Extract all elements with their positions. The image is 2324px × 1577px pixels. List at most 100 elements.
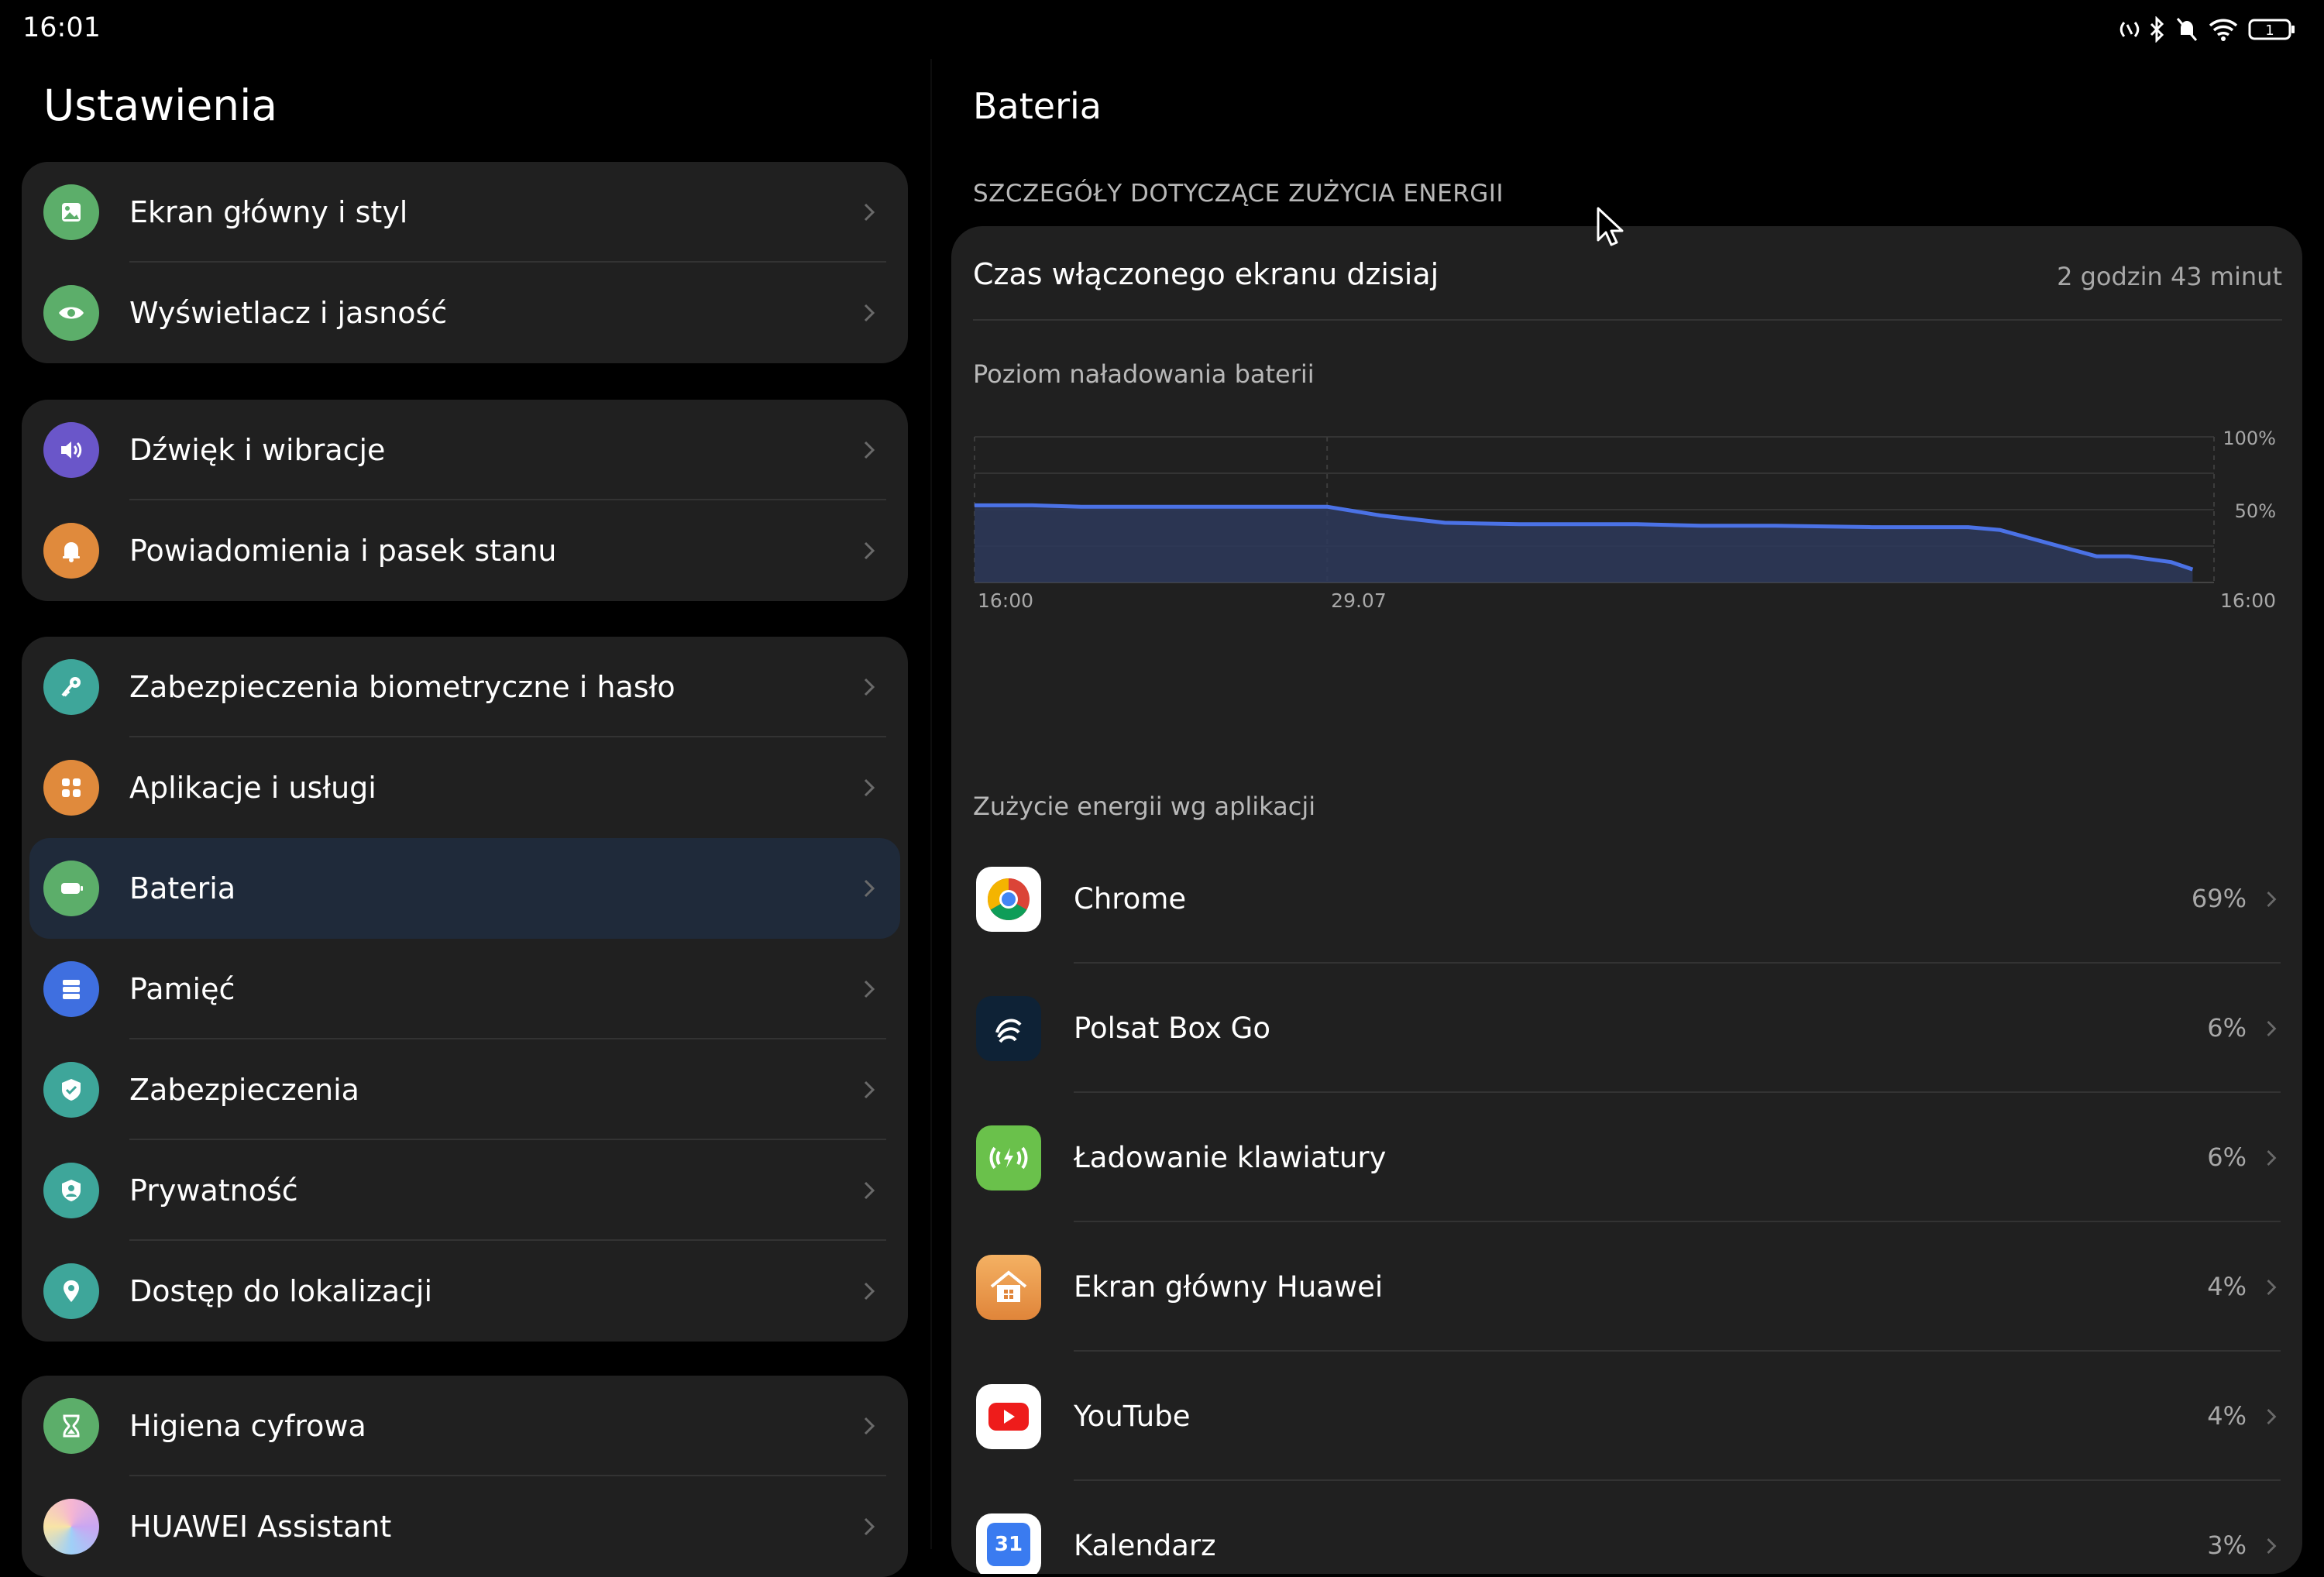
chevron-right-icon xyxy=(854,1175,885,1206)
battery-page-title: Bateria xyxy=(973,85,1102,127)
app-usage-row[interactable]: Ekran główny Huawei4% xyxy=(951,1222,2302,1352)
section-caption: SZCZEGÓŁY DOTYCZĄCE ZUŻYCIA ENERGII xyxy=(973,180,1504,208)
settings-item-privacy[interactable]: Prywatność xyxy=(22,1140,908,1241)
chart-x-tick-label: 16:00 xyxy=(2220,589,2276,612)
settings-item-label: HUAWEI Assistant xyxy=(129,1510,391,1544)
settings-item-shield[interactable]: Zabezpieczenia xyxy=(22,1039,908,1140)
chevron-right-icon xyxy=(854,435,885,466)
settings-item-image[interactable]: Ekran główny i styl xyxy=(22,162,908,263)
assistant-icon xyxy=(43,1499,99,1555)
status-bar: 16:01 1 xyxy=(0,0,2324,59)
chevron-right-icon xyxy=(854,873,885,904)
app-usage-row[interactable]: 31 Kalendarz 3% xyxy=(951,1481,2302,1574)
battery-level-text: 1 xyxy=(2265,22,2274,39)
app-usage-row[interactable]: YouTube 4% xyxy=(951,1352,2302,1481)
chart-y-tick-label: 100% xyxy=(2223,428,2276,449)
app-usage-percent: 6% xyxy=(2207,1142,2247,1172)
status-icons: 1 xyxy=(2119,15,2296,43)
settings-item-hourglass[interactable]: Higiena cyfrowa xyxy=(22,1376,908,1476)
settings-item-label: Dostęp do lokalizacji xyxy=(129,1274,432,1308)
screen-time-value: 2 godzin 43 minut xyxy=(2057,262,2282,291)
settings-item-label: Ekran główny i styl xyxy=(129,195,407,229)
chart-x-tick-label: 29.07 xyxy=(1331,589,1387,612)
chart-area-fill xyxy=(975,505,2192,582)
shield-icon xyxy=(43,1062,99,1118)
settings-item-label: Zabezpieczenia xyxy=(129,1073,359,1107)
apps-icon xyxy=(43,760,99,816)
chevron-right-icon xyxy=(854,974,885,1005)
chevron-right-icon xyxy=(854,672,885,703)
app-usage-percent: 3% xyxy=(2207,1531,2247,1560)
settings-group: Ekran główny i styl Wyświetlacz i jasność xyxy=(22,162,908,363)
chevron-right-icon xyxy=(2257,1532,2285,1560)
settings-item-label: Pamięć xyxy=(129,972,235,1006)
battery-icon xyxy=(43,861,99,916)
app-usage-row[interactable]: Chrome 69% xyxy=(951,834,2302,964)
settings-item-speaker[interactable]: Dźwięk i wibracje xyxy=(22,400,908,500)
chart-y-tick-label: 50% xyxy=(2235,500,2276,522)
battery-details-card: Czas włączonego ekranu dzisiaj 2 godzin … xyxy=(951,226,2302,1574)
settings-item-label: Aplikacje i usługi xyxy=(129,771,376,805)
app-usage-row[interactable]: Polsat Box Go6% xyxy=(951,964,2302,1093)
chevron-right-icon xyxy=(854,535,885,566)
status-time: 16:01 xyxy=(22,12,101,43)
settings-item-bell[interactable]: Powiadomienia i pasek stanu xyxy=(22,500,908,601)
screen-time-row: Czas włączonego ekranu dzisiaj 2 godzin … xyxy=(973,257,2282,313)
app-usage-percent: 69% xyxy=(2192,884,2247,913)
settings-title: Ustawienia xyxy=(43,81,277,130)
settings-item-eye[interactable]: Wyświetlacz i jasność xyxy=(22,263,908,363)
settings-item-storage[interactable]: Pamięć xyxy=(22,939,908,1039)
settings-item-battery[interactable]: Bateria xyxy=(29,838,900,939)
app-name: Chrome xyxy=(1074,882,1186,916)
app-usage-percent: 4% xyxy=(2207,1401,2247,1431)
chevron-right-icon xyxy=(2257,1144,2285,1172)
app-name: YouTube xyxy=(1074,1400,1190,1433)
app-name: Kalendarz xyxy=(1074,1529,1216,1562)
key-icon xyxy=(43,659,99,715)
chart-x-tick-label: 16:00 xyxy=(978,589,1033,612)
location-icon xyxy=(43,1263,99,1319)
chevron-right-icon xyxy=(854,1074,885,1105)
pane-divider xyxy=(930,59,932,1549)
home-icon xyxy=(976,1255,1041,1320)
app-usage-row[interactable]: Ładowanie klawiatury 6% xyxy=(951,1093,2302,1222)
speaker-icon xyxy=(43,422,99,478)
settings-item-label: Prywatność xyxy=(129,1173,298,1208)
apps-usage-title: Zużycie energii wg aplikacji xyxy=(973,792,1315,821)
settings-item-label: Powiadomienia i pasek stanu xyxy=(129,534,557,568)
chevron-right-icon xyxy=(854,1511,885,1542)
calendar-icon: 31 xyxy=(976,1513,1041,1574)
chevron-right-icon xyxy=(854,297,885,328)
chevron-right-icon xyxy=(854,1410,885,1441)
nfc-icon xyxy=(2119,16,2140,43)
app-usage-percent: 6% xyxy=(2207,1013,2247,1043)
chrome-icon xyxy=(976,867,1041,932)
settings-item-apps[interactable]: Aplikacje i usługi xyxy=(22,737,908,838)
polsat-icon xyxy=(976,996,1041,1061)
chart-title: Poziom naładowania baterii xyxy=(973,359,1315,389)
chevron-right-icon xyxy=(2257,1273,2285,1301)
settings-item-key[interactable]: Zabezpieczenia biometryczne i hasło xyxy=(22,637,908,737)
settings-group: Dźwięk i wibracje Powiadomienia i pasek s… xyxy=(22,400,908,601)
chevron-right-icon xyxy=(2257,1015,2285,1043)
eye-icon xyxy=(43,285,99,341)
keyboard-charging-icon xyxy=(976,1125,1041,1190)
settings-item-location[interactable]: Dostęp do lokalizacji xyxy=(22,1241,908,1342)
settings-group: Zabezpieczenia biometryczne i hasło Aplik… xyxy=(22,637,908,1342)
settings-item-label: Wyświetlacz i jasność xyxy=(129,296,447,330)
settings-item-label: Dźwięk i wibracje xyxy=(129,433,385,467)
screen-time-label: Czas włączonego ekranu dzisiaj xyxy=(973,257,1439,291)
battery-level-chart[interactable]: 100% 50% 16:00 29.07 16:00 xyxy=(951,404,2302,621)
settings-item-assistant[interactable]: HUAWEI Assistant xyxy=(22,1476,908,1577)
chevron-right-icon xyxy=(2257,885,2285,913)
chevron-right-icon xyxy=(854,772,885,803)
wifi-icon xyxy=(2208,16,2239,43)
bluetooth-icon xyxy=(2149,16,2166,43)
settings-item-label: Bateria xyxy=(129,871,235,905)
app-name: Ładowanie klawiatury xyxy=(1074,1141,1386,1174)
chevron-right-icon xyxy=(854,1276,885,1307)
app-usage-percent: 4% xyxy=(2207,1272,2247,1301)
settings-item-label: Higiena cyfrowa xyxy=(129,1409,366,1443)
privacy-icon xyxy=(43,1163,99,1218)
separator xyxy=(973,319,2282,321)
